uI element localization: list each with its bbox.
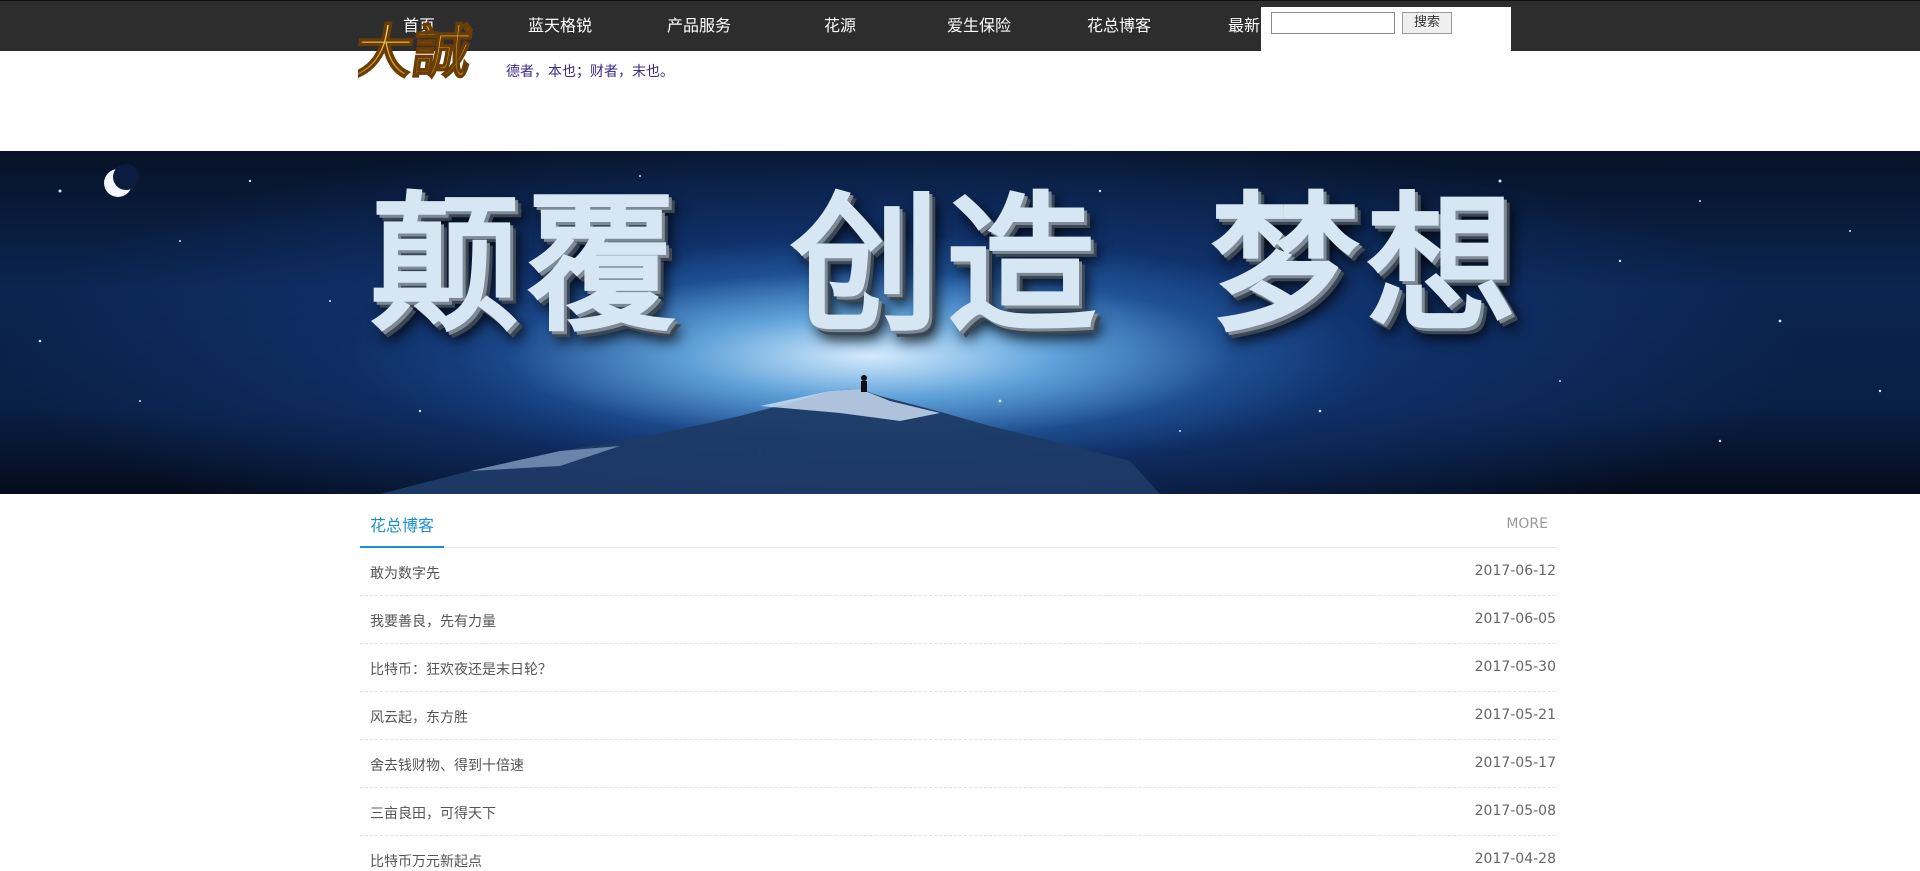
nav-item-products-services[interactable]: 产品服务 [667,15,731,37]
moon-icon [104,164,139,197]
post-date: 2017-05-17 [1474,755,1556,771]
list-item: 比特币：狂欢夜还是末日轮？ 2017-05-30 [360,644,1556,692]
blog-post-list: 敢为数字先 2017-06-12 我要善良，先有力量 2017-06-05 比特… [360,548,1556,871]
post-title[interactable]: 比特币：狂欢夜还是末日轮？ [370,659,552,679]
search-box: 搜索 [1261,7,1511,51]
logo-text: 大誠 [358,18,476,84]
post-title[interactable]: 我要善良，先有力量 [370,611,496,631]
nav-item-huayuan[interactable]: 花源 [824,15,856,37]
banner-word-subvert: 颠覆 [370,179,683,353]
search-button[interactable]: 搜索 [1402,12,1452,34]
nav-item-aisheng-insurance[interactable]: 爱生保险 [947,15,1011,37]
post-date: 2017-05-08 [1474,803,1556,819]
blog-tab-row: 花总博客 MORE [360,494,1556,548]
top-nav-bar: 首页 蓝天格锐 产品服务 花源 爱生保险 花总博客 最新 [0,0,1920,51]
post-title[interactable]: 风云起，东方胜 [370,707,468,727]
hero-banner: 颠覆 创造 梦想 [0,151,1920,494]
logo-slogan: 德者，本也；财者，末也。 [506,64,674,80]
more-link[interactable]: MORE [1506,516,1548,532]
post-title[interactable]: 敢为数字先 [370,563,440,583]
post-date: 2017-05-21 [1474,707,1556,723]
list-item: 风云起，东方胜 2017-05-21 [360,692,1556,740]
list-item: 我要善良，先有力量 2017-06-05 [360,596,1556,644]
nav-item-latest[interactable]: 最新 [1228,15,1260,37]
nav-item-lantian-gerui[interactable]: 蓝天格锐 [528,15,592,37]
nav-item-hua-blog[interactable]: 花总博客 [1087,15,1151,37]
list-item: 敢为数字先 2017-06-12 [360,548,1556,596]
list-item: 三亩良田，可得天下 2017-05-08 [360,788,1556,836]
list-item: 舍去钱财物、得到十倍速 2017-05-17 [360,740,1556,788]
main-nav: 首页 蓝天格锐 产品服务 花源 爱生保险 花总博客 最新 [0,1,1920,52]
post-date: 2017-06-12 [1474,563,1556,579]
post-title[interactable]: 比特币万元新起点 [370,851,482,871]
post-date: 2017-04-28 [1474,851,1556,867]
banner-word-create: 创造 [790,179,1103,353]
post-date: 2017-06-05 [1474,611,1556,627]
logo-mark: 大誠 [350,17,477,87]
post-title[interactable]: 舍去钱财物、得到十倍速 [370,755,524,775]
post-title[interactable]: 三亩良田，可得天下 [370,803,496,823]
person-silhouette [861,375,867,392]
search-input[interactable] [1271,12,1395,34]
logo[interactable]: 大誠 [350,17,498,87]
tab-hua-blog[interactable]: 花总博客 [360,494,445,548]
list-item: 比特币万元新起点 2017-04-28 [360,836,1556,871]
banner-word-dream: 梦想 [1210,179,1523,353]
blog-section: 花总博客 MORE 敢为数字先 2017-06-12 我要善良，先有力量 201… [360,494,1556,871]
post-date: 2017-05-30 [1474,659,1556,675]
